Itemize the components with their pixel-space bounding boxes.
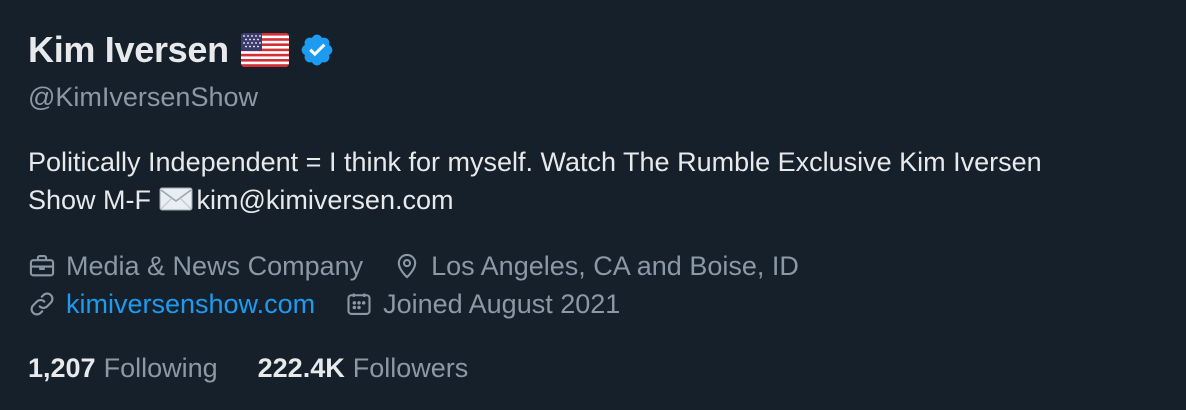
meta-row-2: kimiversenshow.com Joined August 2021 bbox=[28, 285, 1158, 323]
joined-text: Joined August 2021 bbox=[383, 288, 621, 319]
followers-label: Followers bbox=[352, 353, 469, 383]
bio: Politically Independent = I think for my… bbox=[28, 143, 1108, 219]
profile-header: Kim Iversen @KimIversenShow Politically … bbox=[28, 24, 1158, 384]
profile-stats: 1,207 Following 222.4K Followers bbox=[28, 353, 1158, 384]
us-flag-icon bbox=[240, 33, 289, 67]
website-link[interactable]: kimiversenshow.com bbox=[66, 289, 315, 320]
calendar-icon bbox=[347, 293, 371, 315]
meta-row-1: Media & News Company Los Angeles, CA and… bbox=[28, 247, 1158, 285]
location-text: Los Angeles, CA and Boise, ID bbox=[431, 250, 799, 281]
location-pin-icon bbox=[397, 253, 417, 279]
followers-count: 222.4K bbox=[257, 353, 345, 383]
briefcase-icon bbox=[29, 255, 55, 277]
website-item[interactable]: kimiversenshow.com bbox=[28, 289, 315, 320]
category-item: Media & News Company bbox=[28, 251, 363, 282]
display-name: Kim Iversen bbox=[28, 29, 229, 70]
category-text: Media & News Company bbox=[66, 250, 364, 281]
following-stat[interactable]: 1,207 Following bbox=[28, 353, 218, 384]
verified-badge-icon[interactable] bbox=[299, 32, 335, 68]
followers-stat[interactable]: 222.4K Followers bbox=[258, 353, 469, 384]
profile-meta: Media & News Company Los Angeles, CA and… bbox=[28, 247, 1158, 323]
envelope-icon bbox=[159, 187, 193, 211]
handle: @KimIversenShow bbox=[28, 82, 258, 112]
link-icon bbox=[30, 292, 54, 316]
following-label: Following bbox=[103, 353, 218, 383]
joined-item: Joined August 2021 bbox=[345, 289, 620, 320]
location-item: Los Angeles, CA and Boise, ID bbox=[393, 251, 799, 282]
bio-email: kim@kimiversen.com bbox=[196, 185, 454, 215]
following-count: 1,207 bbox=[28, 353, 96, 383]
name-row: Kim Iversen bbox=[28, 24, 1158, 76]
